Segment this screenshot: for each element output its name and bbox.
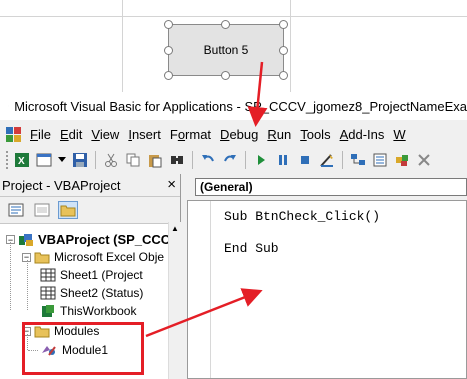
code-line[interactable]: Sub BtnCheck_Click() — [224, 209, 380, 224]
toolbar-separator — [95, 151, 96, 169]
view-excel-icon[interactable]: X — [14, 152, 30, 168]
menu-file[interactable]: File — [30, 127, 60, 142]
run-icon[interactable] — [253, 152, 269, 168]
annotation-highlight-box — [22, 322, 144, 375]
resize-handle[interactable] — [279, 71, 288, 80]
resize-handle[interactable] — [164, 71, 173, 80]
gridline — [0, 16, 467, 17]
scroll-up-icon[interactable]: ▲ — [169, 224, 181, 233]
code-margin[interactable] — [188, 201, 211, 378]
window-title: Microsoft Visual Basic for Applications … — [14, 98, 467, 114]
workbook-icon — [42, 305, 54, 317]
toolbar-separator — [245, 151, 246, 169]
resize-handle[interactable] — [221, 20, 230, 29]
break-icon[interactable] — [275, 152, 291, 168]
menu-tools[interactable]: Tools — [300, 127, 339, 142]
tree-node-sheet1[interactable]: Sheet1 (Project — [40, 268, 143, 282]
vbe-system-icon[interactable] — [4, 125, 24, 143]
resize-handle[interactable] — [221, 71, 230, 80]
project-pane-titlebar: Project - VBAProject × — [0, 174, 180, 197]
svg-text:X: X — [18, 156, 25, 167]
tree-line — [27, 260, 28, 310]
properties-window-icon[interactable] — [372, 152, 388, 168]
form-button[interactable]: Button 5 — [168, 24, 284, 76]
folder-open-icon — [34, 252, 50, 264]
project-explorer-icon[interactable] — [350, 152, 366, 168]
menu-edit[interactable]: Edit — [60, 127, 91, 142]
resize-handle[interactable] — [279, 20, 288, 29]
paste-icon[interactable] — [147, 152, 163, 168]
toolbar-separator — [342, 151, 343, 169]
close-icon[interactable]: × — [167, 176, 176, 193]
vbaproject-icon — [19, 233, 33, 246]
menu-add-ins[interactable]: Add-Ins — [340, 127, 394, 142]
toolbox-icon[interactable] — [416, 152, 432, 168]
view-object-icon[interactable] — [32, 201, 52, 219]
project-pane-toolbar — [0, 197, 180, 224]
tree-label: VBAProject (SP_CCCV — [38, 232, 179, 247]
project-pane-scrollbar[interactable]: ▲ — [168, 222, 181, 379]
project-pane-title: Project - VBAProject — [2, 177, 121, 193]
save-icon[interactable] — [72, 152, 88, 168]
resize-handle[interactable] — [279, 46, 288, 55]
copy-icon[interactable] — [125, 152, 141, 168]
vbe-titlebar: Microsoft Visual Basic for Applications … — [0, 92, 467, 120]
redo-icon[interactable] — [222, 152, 238, 168]
object-combobox-value: (General) — [200, 180, 253, 194]
menu-debug[interactable]: Debug — [220, 127, 267, 142]
find-icon[interactable] — [169, 152, 185, 168]
tree-label: Sheet1 (Project — [60, 268, 143, 282]
excel-worksheet: Button 5 — [0, 0, 467, 92]
toggle-folders-icon[interactable] — [58, 201, 78, 219]
tree-node-thisworkbook[interactable]: ThisWorkbook — [40, 304, 136, 318]
tree-line — [10, 242, 11, 310]
code-editor[interactable]: Sub BtnCheck_Click() End Sub — [187, 200, 467, 379]
tree-label: ThisWorkbook — [60, 304, 137, 318]
resize-handle[interactable] — [164, 46, 173, 55]
tree-node-vbaproject[interactable]: − VBAProject (SP_CCCV — [6, 232, 179, 247]
toolbar-separator — [192, 151, 193, 169]
insert-userform-icon[interactable] — [36, 152, 52, 168]
worksheet-icon — [40, 268, 56, 282]
toolbar-grip[interactable] — [6, 151, 11, 169]
menu-bar: File Edit View Insert Format Debug Run T… — [0, 122, 467, 146]
menu-insert[interactable]: Insert — [128, 127, 170, 142]
standard-toolbar: X — [0, 148, 467, 172]
reset-icon[interactable] — [297, 152, 313, 168]
cut-icon[interactable] — [103, 152, 119, 168]
tree-node-excel-objects[interactable]: − Microsoft Excel Obje — [22, 250, 164, 264]
menu-format[interactable]: Format — [170, 127, 220, 142]
undo-icon[interactable] — [200, 152, 216, 168]
object-combobox[interactable]: (General) — [195, 178, 467, 196]
tree-label: Microsoft Excel Obje — [54, 250, 165, 264]
menu-window[interactable]: W — [393, 127, 414, 142]
menu-run[interactable]: Run — [267, 127, 300, 142]
menu-view[interactable]: View — [91, 127, 128, 142]
object-browser-icon[interactable] — [394, 152, 410, 168]
dropdown-arrow-icon[interactable] — [58, 152, 66, 168]
worksheet-icon — [40, 286, 56, 300]
design-mode-icon[interactable] — [319, 152, 335, 168]
resize-handle[interactable] — [164, 20, 173, 29]
code-window: (General) Sub BtnCheck_Click() End Sub — [181, 174, 467, 379]
tree-node-sheet2[interactable]: Sheet2 (Status) — [40, 286, 143, 300]
gridline — [290, 0, 291, 92]
view-code-icon[interactable] — [6, 201, 26, 219]
gridline — [122, 0, 123, 92]
code-line[interactable]: End Sub — [224, 241, 279, 256]
form-button-label: Button 5 — [203, 43, 249, 57]
tree-label: Sheet2 (Status) — [60, 286, 144, 300]
